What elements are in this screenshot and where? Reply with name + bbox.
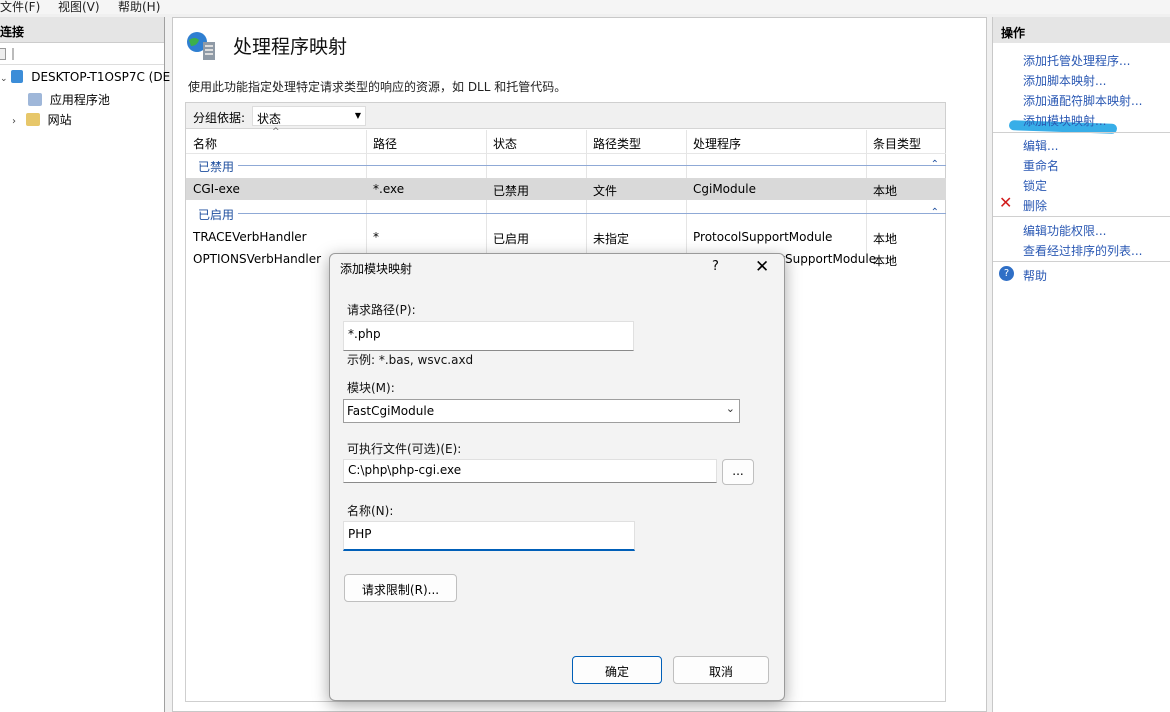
group-divider — [238, 213, 946, 214]
menu-bar: 文件(F) 视图(V) 帮助(H) — [0, 0, 1170, 14]
collapse-icon[interactable]: ⌄ — [0, 74, 8, 84]
actions-divider — [993, 132, 1170, 133]
cell-handler: ProtocolSupportModule — [693, 230, 833, 244]
action-view-ordered-list[interactable]: 查看经过排序的列表... — [1023, 242, 1142, 259]
cell-name: OPTIONSVerbHandler — [193, 252, 322, 266]
ok-button[interactable]: 确定 — [572, 656, 662, 684]
help-icon: ? — [999, 266, 1014, 281]
request-restrictions-button[interactable]: 请求限制(R)... — [344, 574, 457, 602]
executable-label: 可执行文件(可选)(E): — [347, 442, 462, 456]
cell-state: 已启用 — [493, 232, 530, 246]
col-entry-type[interactable]: 条目类型 — [873, 135, 921, 152]
actions-panel: 操作 添加托管处理程序... 添加脚本映射... 添加通配符脚本映射... 添加… — [992, 17, 1170, 712]
group-enabled-label: 已启用 — [198, 208, 235, 222]
menu-view[interactable]: 视图(V) — [58, 0, 100, 15]
app-pool-icon — [28, 93, 42, 106]
sort-arrow-icon: ^ — [272, 127, 280, 137]
group-by-value: 状态 — [257, 112, 282, 126]
col-path[interactable]: 路径 — [373, 135, 397, 152]
request-path-example: 示例: *.bas, wsvc.axd — [347, 353, 474, 367]
executable-input[interactable]: C:\php\php-cgi.exe — [343, 459, 717, 483]
cell-path: * — [373, 230, 379, 244]
action-delete[interactable]: 删除 — [1023, 197, 1047, 214]
module-label: 模块(M): — [347, 381, 395, 395]
delete-icon: ✕ — [999, 193, 1013, 212]
cell-handler: CgiModule — [693, 182, 756, 196]
cell-name: TRACEVerbHandler — [193, 230, 307, 244]
col-handler[interactable]: 处理程序 — [693, 135, 741, 152]
action-lock[interactable]: 锁定 — [1023, 177, 1047, 194]
page-description: 使用此功能指定处理特定请求类型的响应的资源，如 DLL 和托管代码。 — [188, 80, 567, 94]
dropdown-arrow-icon: ▼ — [354, 111, 361, 120]
menu-help[interactable]: 帮助(H) — [118, 0, 160, 15]
cell-path-type: 文件 — [593, 184, 618, 198]
action-add-script-map[interactable]: 添加脚本映射... — [1023, 72, 1106, 89]
action-rename[interactable]: 重命名 — [1023, 157, 1059, 174]
add-module-mapping-dialog: 添加模块映射 ? ✕ 请求路径(P): *.php 示例: *.bas, wsv… — [329, 253, 785, 701]
collapse-group-icon[interactable]: ⌃ — [931, 207, 939, 218]
action-help[interactable]: 帮助 — [1023, 267, 1047, 284]
actions-divider — [993, 261, 1170, 262]
browse-button[interactable]: ... — [722, 459, 754, 485]
col-name[interactable]: 名称 — [193, 135, 217, 152]
action-add-managed-handler[interactable]: 添加托管处理程序... — [1023, 52, 1130, 69]
tree-app-pools-label: 应用程序池 — [49, 93, 110, 107]
expand-icon[interactable]: › — [12, 116, 16, 127]
action-add-module-mapping[interactable]: 添加模块映射... — [1023, 112, 1106, 129]
name-input[interactable]: PHP — [343, 521, 635, 551]
col-state[interactable]: 状态 — [493, 135, 517, 152]
cell-entry-type: 本地 — [873, 184, 898, 198]
cell-entry-type: 本地 — [873, 254, 898, 268]
cancel-button[interactable]: 取消 — [673, 656, 769, 684]
server-icon — [11, 70, 24, 83]
sites-icon — [25, 113, 40, 126]
action-edit-feature-permissions[interactable]: 编辑功能权限... — [1023, 222, 1106, 239]
action-edit[interactable]: 编辑... — [1023, 137, 1058, 154]
col-path-type[interactable]: 路径类型 — [593, 135, 641, 152]
chevron-down-icon: ⌄ — [725, 402, 735, 415]
actions-divider — [993, 216, 1170, 217]
toolbar-icon[interactable] — [0, 48, 6, 60]
group-by-select[interactable]: 状态 ▼ — [252, 106, 366, 126]
module-select-value: FastCgiModule — [347, 404, 435, 418]
collapse-group-icon[interactable]: ⌃ — [931, 159, 939, 170]
tree-sites[interactable]: › 网站 — [12, 111, 72, 128]
column-header: 名称 ^ 路径 状态 路径类型 处理程序 条目类型 — [186, 127, 946, 154]
handler-mappings-icon — [187, 32, 215, 60]
toolbar-divider — [12, 48, 14, 60]
dialog-help-button[interactable]: ? — [712, 259, 719, 274]
action-add-wildcard-script-map[interactable]: 添加通配符脚本映射... — [1023, 92, 1142, 109]
group-divider — [238, 165, 946, 166]
cell-path-type: 未指定 — [593, 232, 630, 246]
group-disabled-label: 已禁用 — [198, 160, 235, 174]
table-row[interactable]: CGI-exe *.exe 已禁用 文件 CgiModule 本地 — [186, 178, 946, 200]
menu-file[interactable]: 文件(F) — [0, 0, 40, 15]
request-path-label: 请求路径(P): — [347, 303, 416, 317]
table-row[interactable]: TRACEVerbHandler * 已启用 未指定 ProtocolSuppo… — [186, 226, 946, 248]
page-title: 处理程序映射 — [233, 36, 348, 58]
cell-state: 已禁用 — [493, 184, 530, 198]
tree-server-label: DESKTOP-T1OSP7C (DE — [31, 70, 171, 84]
cell-handler: otSupportModule — [773, 252, 877, 266]
name-label: 名称(N): — [347, 504, 394, 518]
connections-header: 连接 — [0, 17, 164, 43]
cell-entry-type: 本地 — [873, 232, 898, 246]
tree-sites-label: 网站 — [47, 113, 72, 127]
group-bar: 分组依据: 状态 ▼ — [186, 103, 945, 129]
group-by-label: 分组依据: — [193, 111, 246, 125]
connections-toolbar — [0, 43, 164, 65]
actions-header: 操作 — [993, 17, 1170, 43]
module-select[interactable]: FastCgiModule ⌄ — [343, 399, 740, 423]
cell-path: *.exe — [373, 182, 405, 196]
connections-panel: 连接 ⌄ DESKTOP-T1OSP7C (DE 应用程序池 › 网站 — [0, 17, 170, 712]
close-icon[interactable]: ✕ — [755, 257, 769, 277]
dialog-title: 添加模块映射 — [340, 262, 413, 276]
tree-app-pools[interactable]: 应用程序池 — [28, 91, 110, 108]
cell-name: CGI-exe — [193, 182, 240, 196]
request-path-input[interactable]: *.php — [343, 321, 634, 351]
tree-server[interactable]: ⌄ DESKTOP-T1OSP7C (DE — [0, 70, 170, 84]
